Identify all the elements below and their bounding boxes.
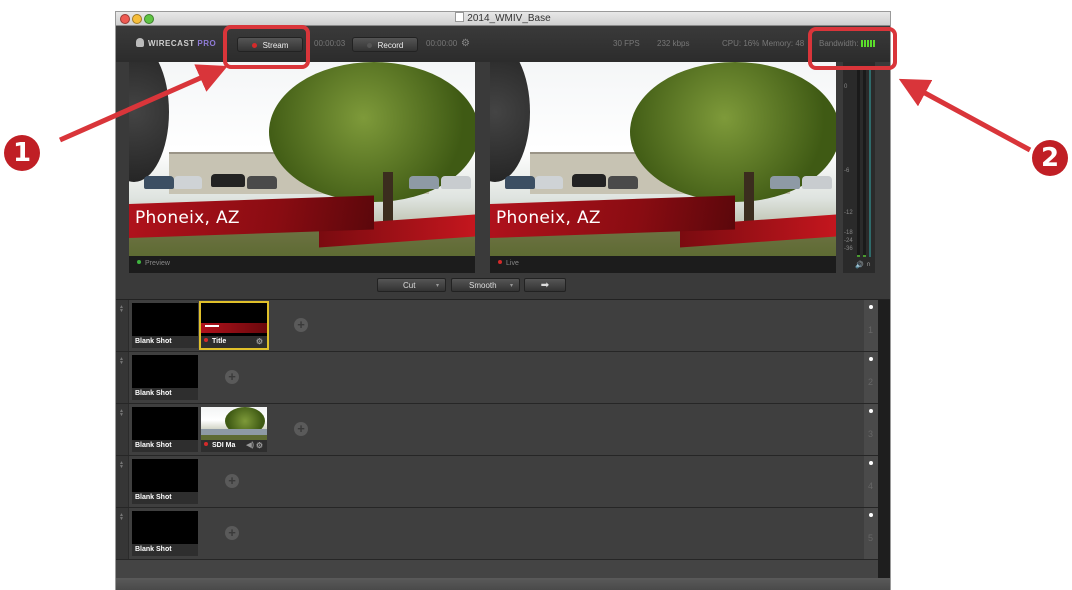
annotation-marker-1: 1 (4, 135, 40, 171)
annotation-marker-2: 2 (1032, 140, 1068, 176)
arrow-2 (898, 78, 1032, 153)
annotation-arrows (58, 64, 1032, 153)
arrow-1 (58, 64, 228, 143)
